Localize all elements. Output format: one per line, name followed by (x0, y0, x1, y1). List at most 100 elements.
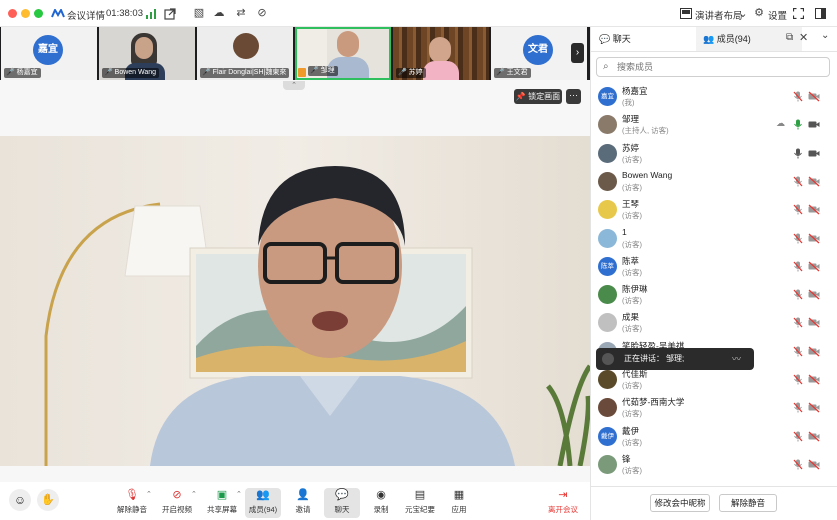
participant-body (423, 61, 459, 80)
thumbnail-name: 邹理 (320, 67, 335, 74)
cloud-status-icon: ☁ (776, 118, 785, 129)
camera-icon[interactable] (808, 148, 820, 159)
rename-button[interactable]: 修改会中昵称 (650, 494, 710, 512)
chevron-up-icon[interactable]: ⌃ (146, 490, 152, 498)
close-icon[interactable]: ✕ (799, 31, 808, 44)
thumbnail-label: 🎤 邹理 (308, 66, 338, 76)
reaction-button[interactable]: ☺ (9, 489, 31, 511)
mic-icon[interactable] (793, 148, 803, 159)
share-link-icon[interactable] (164, 8, 176, 20)
camera-off-icon[interactable] (808, 176, 820, 187)
camera-off-icon[interactable] (808, 374, 820, 385)
toolbar-apps-button[interactable]: ▦ 应用 (441, 488, 477, 518)
raise-hand-button[interactable]: ✋ (37, 489, 59, 511)
member-search-field[interactable]: ⌕ (596, 57, 830, 77)
chevron-up-icon[interactable]: ⌃ (191, 490, 197, 498)
mic-muted-icon[interactable] (793, 204, 803, 215)
mic-muted-icon[interactable] (793, 176, 803, 187)
hide-icon[interactable]: ⊘ (255, 6, 269, 20)
cloud-icon[interactable]: ☁ (212, 6, 226, 20)
mic-muted-icon[interactable] (793, 431, 803, 442)
whiteboard-icon[interactable]: ▧ (192, 6, 206, 20)
toolbar-label: 聊天 (334, 505, 350, 514)
thumbnail-tile-active[interactable]: 🎤 邹理 (295, 27, 391, 80)
mic-muted-icon[interactable] (793, 346, 803, 357)
search-input[interactable] (617, 60, 822, 74)
leave-meeting-button[interactable]: ⇥ 离开会议 (545, 488, 581, 518)
mic-muted-icon[interactable] (793, 233, 803, 244)
layout-icon[interactable] (680, 8, 692, 19)
member-row[interactable]: 苏婷 (访客) (596, 140, 826, 168)
chevron-down-icon[interactable]: ⌄ (736, 7, 750, 21)
maximize-window-button[interactable] (34, 9, 43, 18)
mic-muted-icon[interactable] (793, 289, 803, 300)
member-row[interactable]: Bowen Wang (访客) (596, 168, 826, 196)
thumbnail-label: 🎤 苏婷 (396, 68, 426, 78)
camera-off-icon[interactable] (808, 402, 820, 413)
signal-icon[interactable] (146, 9, 156, 19)
member-row[interactable]: 邹理 (主持人, 访客) ☁ (596, 111, 826, 139)
member-row[interactable]: 1 (访客) (596, 225, 826, 253)
member-row[interactable]: 嘉宜 杨嘉宜 (我) (596, 83, 826, 111)
audio-wave-icon: 〰 (732, 354, 742, 364)
toolbar-notes-button[interactable]: ▤ 元宝纪要 (402, 488, 438, 518)
camera-off-icon[interactable] (808, 289, 820, 300)
member-row[interactable]: 代佳斯 (访客) (596, 366, 826, 394)
camera-off-icon[interactable] (808, 233, 820, 244)
tab-members[interactable]: 👥 成员(94) (703, 27, 751, 51)
translate-icon[interactable]: ⇄ (234, 6, 248, 20)
camera-off-icon[interactable] (808, 431, 820, 442)
gear-icon[interactable]: ⚙ (752, 6, 766, 20)
mic-muted-icon[interactable] (793, 261, 803, 272)
member-role: (访客) (622, 409, 642, 419)
toolbar-members-button[interactable]: 👥 成员(94) (245, 488, 281, 518)
tab-chat[interactable]: 💬 聊天 (599, 27, 631, 51)
member-avatar: 陈萃 (598, 256, 617, 276)
close-window-button[interactable] (8, 9, 17, 18)
collapse-strip-button[interactable]: ⌃ (283, 81, 305, 90)
thumbnail-tile[interactable]: 🎤 Flair Donglai|SH|魏東來 (197, 27, 293, 80)
unmute-button[interactable]: 解除静音 (719, 494, 777, 512)
member-row[interactable]: 代茹梦-西南大学 (访客) (596, 394, 826, 422)
member-row[interactable]: 成果 (访客) (596, 309, 826, 337)
member-row[interactable]: 王琴 (访客) (596, 196, 826, 224)
meeting-details-link[interactable]: 会议详情 (67, 8, 105, 22)
thumbnail-tile[interactable]: 嘉宜 🎤 杨嘉宜 (1, 27, 97, 80)
minimize-window-button[interactable] (21, 9, 30, 18)
thumbnail-tile[interactable]: 🎤 苏婷 (393, 27, 489, 80)
toolbar-chat-button[interactable]: 💬 聊天 (324, 488, 360, 518)
popout-icon[interactable]: ⧉ (786, 32, 793, 43)
settings-link[interactable]: 设置 (768, 8, 787, 22)
member-row[interactable]: 戴伊 戴伊 (访客) (596, 423, 826, 451)
sidebar-toggle-icon[interactable] (815, 8, 826, 19)
fullscreen-icon[interactable] (793, 8, 804, 19)
toolbar-record-button[interactable]: ◉ 录制 (363, 488, 399, 518)
thumbnail-tile[interactable]: 🎤 Bowen Wang (99, 27, 195, 80)
camera-off-icon[interactable] (808, 346, 820, 357)
member-row[interactable]: 锋 (访客) (596, 451, 826, 479)
camera-icon[interactable] (808, 119, 820, 130)
lock-view-button[interactable]: 📌 锁定画面 (514, 89, 562, 104)
participant-face (429, 37, 451, 63)
mic-muted-icon[interactable] (793, 459, 803, 470)
toolbar-video-button[interactable]: ⊘ 开启视频 (159, 488, 195, 518)
member-row[interactable]: 陈伊琳 (访客) (596, 281, 826, 309)
toolbar-share-button[interactable]: ▣ 共享屏幕 (204, 488, 240, 518)
mic-icon[interactable] (793, 119, 803, 130)
member-row[interactable]: 陈萃 陈萃 (访客) (596, 253, 826, 281)
strip-next-button[interactable]: › (571, 43, 584, 63)
camera-off-icon[interactable] (808, 261, 820, 272)
mic-muted-icon[interactable] (793, 402, 803, 413)
chevron-up-icon[interactable]: ⌃ (236, 490, 242, 498)
mic-muted-icon[interactable] (793, 374, 803, 385)
camera-off-icon[interactable] (808, 459, 820, 470)
toolbar-unmute-button[interactable]: 🎙 解除静音 (114, 488, 150, 518)
chevron-down-icon[interactable]: ⌄ (821, 30, 829, 41)
camera-off-icon[interactable] (808, 317, 820, 328)
toolbar-invite-button[interactable]: 👤 邀请 (285, 488, 321, 518)
camera-off-icon[interactable] (808, 204, 820, 215)
mic-muted-icon[interactable] (793, 317, 803, 328)
mic-muted-icon[interactable] (793, 91, 803, 102)
camera-off-icon[interactable] (808, 91, 820, 102)
more-options-button[interactable]: ··· (566, 89, 581, 104)
